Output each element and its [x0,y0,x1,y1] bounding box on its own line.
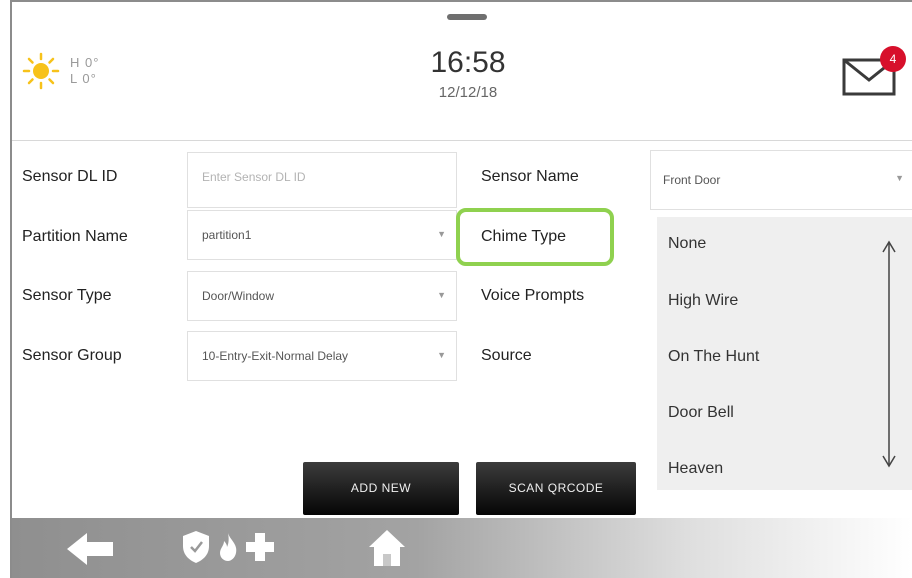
chime-type-dropdown[interactable]: None High Wire On The Hunt Door Bell Hea… [657,217,912,490]
sensor-dl-id-placeholder: Enter Sensor DL ID [202,170,306,184]
weather-widget[interactable]: H 0° L 0° [22,52,99,90]
partition-name-select[interactable]: partition1 ▼ [187,210,457,260]
source-label: Source [481,347,532,364]
medical-cross-icon[interactable] [245,532,275,562]
sensor-group-label: Sensor Group [22,347,122,364]
header-divider [12,140,912,141]
chime-option-high-wire[interactable]: High Wire [668,292,738,310]
chevron-down-icon: ▼ [437,290,446,300]
temp-low: L 0° [70,71,97,86]
sensor-type-value: Door/Window [202,289,275,303]
chime-option-door-bell[interactable]: Door Bell [668,404,734,422]
back-arrow-icon[interactable] [67,531,113,567]
scroll-indicator-icon [879,239,899,469]
chime-option-heaven[interactable]: Heaven [668,460,723,478]
sensor-dl-id-input[interactable]: Enter Sensor DL ID [187,152,457,208]
scan-qrcode-button[interactable]: SCAN QRCODE [476,462,636,515]
chime-option-on-the-hunt[interactable]: On The Hunt [668,348,759,366]
sensor-dl-id-label: Sensor DL ID [22,168,118,185]
clock: 16:58 12/12/18 [400,46,536,101]
messages-button[interactable]: 4 [842,46,906,96]
time-display: 16:58 [430,46,506,79]
partition-name-value: partition1 [202,228,252,242]
chevron-down-icon: ▼ [437,350,446,360]
partition-name-label: Partition Name [22,228,128,245]
add-new-button[interactable]: ADD NEW [303,462,459,515]
sensor-type-label: Sensor Type [22,287,112,304]
sensor-name-label: Sensor Name [481,168,579,185]
sensor-type-select[interactable]: Door/Window ▼ [187,271,457,321]
fire-icon[interactable] [216,532,240,562]
voice-prompts-label: Voice Prompts [481,287,585,304]
chevron-down-icon: ▼ [437,229,446,239]
home-icon[interactable] [367,528,407,568]
temp-high: H 0° [70,55,100,70]
bottom-nav-bar [12,518,912,578]
chime-type-highlight [456,208,614,266]
chevron-down-icon: ▼ [895,173,904,183]
chime-option-none[interactable]: None [668,235,706,253]
sensor-group-select[interactable]: 10-Entry-Exit-Normal Delay ▼ [187,331,457,381]
sensor-name-select[interactable]: Front Door ▼ [650,150,912,210]
date-display: 12/12/18 [438,84,498,101]
message-count-badge: 4 [880,46,906,72]
sensor-name-value: Front Door [663,173,721,187]
sensor-group-value: 10-Entry-Exit-Normal Delay [202,349,349,363]
shield-icon[interactable] [182,530,210,564]
sun-icon [22,52,60,90]
pull-down-tab[interactable] [447,14,487,20]
